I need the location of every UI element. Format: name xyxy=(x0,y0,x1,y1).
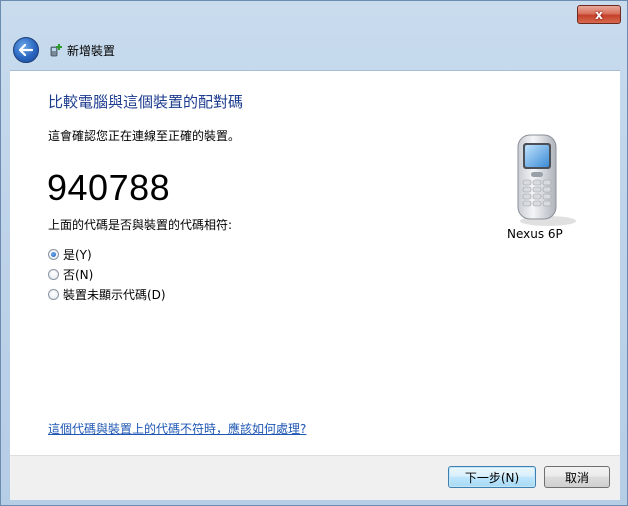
option-not-shown[interactable]: 裝置未顯示代碼(D) xyxy=(48,286,166,303)
radio-not-shown[interactable] xyxy=(48,289,59,300)
option-not-shown-label: 裝置未顯示代碼(D) xyxy=(63,288,166,302)
match-question: 上面的代碼是否與裝置的代碼相符: xyxy=(48,218,233,232)
wizard-header: 新增裝置 xyxy=(9,31,621,69)
back-button[interactable] xyxy=(13,37,39,63)
content-pane: 比較電腦與這個裝置的配對碼 這會確認您正在連線至正確的裝置。 940788 上面… xyxy=(10,70,620,456)
button-bar: 下一步(N) 取消 xyxy=(10,455,620,500)
option-no[interactable]: 否(N) xyxy=(48,266,93,283)
cancel-button[interactable]: 取消 xyxy=(544,466,610,488)
option-yes-label: 是(Y) xyxy=(63,248,92,262)
option-no-label: 否(N) xyxy=(63,268,94,282)
next-button[interactable]: 下一步(N) xyxy=(448,466,536,488)
mobile-phone-icon xyxy=(517,134,576,226)
confirm-text: 這會確認您正在連線至正確的裝置。 xyxy=(48,129,241,143)
close-icon: x xyxy=(595,7,603,22)
help-link[interactable]: 這個代碼與裝置上的代碼不符時，應該如何處理? xyxy=(48,420,306,437)
wizard-title: 新增裝置 xyxy=(67,43,116,58)
close-button[interactable]: x xyxy=(577,5,621,24)
option-yes[interactable]: 是(Y) xyxy=(48,246,92,263)
radio-yes[interactable] xyxy=(48,249,59,260)
add-device-icon xyxy=(50,44,62,57)
page-heading: 比較電腦與這個裝置的配對碼 xyxy=(48,93,244,111)
window-frame: x 新增裝置 比較電腦與這個裝置的配對碼 這會確認您正在連線至正確的裝置。 94… xyxy=(0,0,628,506)
device-name: Nexus 6P xyxy=(507,227,563,241)
pairing-code: 940788 xyxy=(47,167,171,208)
radio-no[interactable] xyxy=(48,269,59,280)
back-arrow-icon xyxy=(19,44,33,56)
